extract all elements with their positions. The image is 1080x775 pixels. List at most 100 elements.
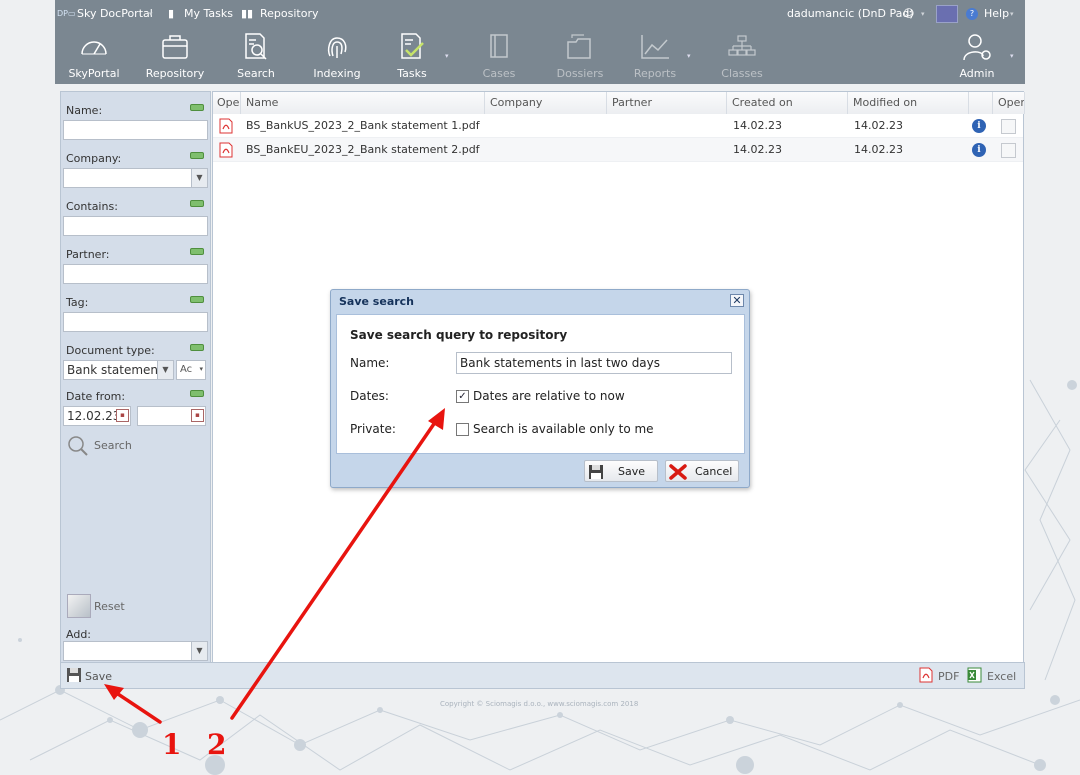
user-gear-icon	[963, 34, 991, 61]
app-menu-caret-icon[interactable]: ▾	[149, 10, 153, 18]
date-from-input[interactable]: 12.02.23 ▪	[63, 406, 131, 426]
column-header-company[interactable]: Company	[485, 92, 607, 114]
column-header-oper-right[interactable]: Oper	[993, 92, 1025, 114]
partner-filter-toggle-icon[interactable]	[190, 248, 204, 255]
toolbar-label: Repository	[145, 67, 205, 80]
close-icon[interactable]: ✕	[730, 294, 744, 307]
doctype-extra-value: Ac	[180, 364, 193, 375]
toolbar-repository[interactable]: Repository	[135, 28, 215, 84]
search-button-label: Search	[94, 439, 132, 452]
save-search-button[interactable]: Save	[66, 667, 126, 685]
toolbar-indexing[interactable]: Indexing	[297, 28, 377, 84]
toolbar-tasks[interactable]: Tasks	[372, 28, 452, 84]
copyright-text: Copyright © Sciomagis d.o.o., www.scioma…	[440, 700, 639, 708]
cancel-x-icon	[669, 464, 687, 480]
color-theme-swatch[interactable]	[936, 5, 958, 23]
tag-filter-toggle-icon[interactable]	[190, 296, 204, 303]
tasks-icon: ▮	[168, 7, 175, 20]
doctype-filter-select[interactable]: Bank statements ▼	[63, 360, 174, 380]
my-tasks-link[interactable]: My Tasks	[184, 7, 233, 20]
toolbar-label: Indexing	[313, 67, 361, 80]
main-toolbar: SkyPortal Repository Search Indexing Tas…	[55, 28, 1025, 84]
row-checkbox[interactable]	[1001, 143, 1016, 158]
reset-icon	[67, 594, 91, 618]
export-excel-button[interactable]: Excel	[967, 667, 1023, 685]
toolbar-dossiers[interactable]: Dossiers	[540, 28, 620, 84]
add-label: Add:	[66, 628, 92, 641]
doctype-filter-toggle-icon[interactable]	[190, 344, 204, 351]
pdf-icon[interactable]	[219, 118, 233, 134]
row-checkbox[interactable]	[1001, 119, 1016, 134]
row-name[interactable]: BS_BankEU_2023_2_Bank statement 2.pdf	[246, 143, 480, 156]
info-icon[interactable]: i	[972, 143, 986, 157]
toolbar-reports[interactable]: Reports	[615, 28, 695, 84]
toolbar-label: Cases	[482, 67, 516, 80]
column-header-partner[interactable]: Partner	[607, 92, 727, 114]
search-button[interactable]: Search	[65, 434, 155, 456]
info-icon[interactable]: i	[972, 119, 986, 133]
name-filter-label: Name:	[66, 104, 103, 117]
export-pdf-button[interactable]: PDF	[919, 667, 963, 685]
partner-filter-input[interactable]	[63, 264, 208, 284]
toolbar-cases[interactable]: Cases	[459, 28, 539, 84]
add-select[interactable]: ▼	[63, 641, 208, 661]
company-filter-select[interactable]: ▼	[63, 168, 208, 188]
date-filter-toggle-icon[interactable]	[190, 390, 204, 397]
user-icon[interactable]: ☺	[903, 7, 914, 20]
private-checkbox[interactable]	[456, 423, 469, 436]
help-link[interactable]: Help	[984, 7, 1009, 20]
app-name-menu[interactable]: Sky DocPortal	[77, 7, 153, 20]
help-caret-icon[interactable]: ▾	[1010, 10, 1014, 18]
user-menu[interactable]: dadumancic (DnD Pad)	[787, 7, 914, 20]
reset-button[interactable]: Reset	[65, 593, 155, 619]
admin-caret-icon[interactable]: ▾	[1010, 52, 1014, 60]
dialog-cancel-button[interactable]: Cancel	[665, 460, 739, 482]
column-header-created[interactable]: Created on	[727, 92, 848, 114]
row-name[interactable]: BS_BankUS_2023_2_Bank statement 1.pdf	[246, 119, 480, 132]
toolbar-admin[interactable]: Admin	[937, 28, 1017, 84]
search-name-input[interactable]: Bank statements in last two days	[456, 352, 732, 374]
toolbar-classes[interactable]: Classes	[702, 28, 782, 84]
floppy-disk-icon	[67, 668, 81, 682]
doctype-extra-select[interactable]: Ac ▾	[176, 360, 206, 380]
contains-filter-label: Contains:	[66, 200, 118, 213]
column-header-info[interactable]	[969, 92, 993, 114]
search-name-label: Name:	[350, 356, 390, 370]
reports-caret-icon[interactable]: ▾	[687, 52, 691, 60]
date-to-input[interactable]: ▪	[137, 406, 206, 426]
search-icon	[68, 436, 88, 456]
name-filter-input[interactable]	[63, 120, 208, 140]
tag-filter-label: Tag:	[66, 296, 89, 309]
table-row[interactable]: BS_BankUS_2023_2_Bank statement 1.pdf 14…	[213, 114, 1023, 138]
column-header-modified[interactable]: Modified on	[848, 92, 969, 114]
dates-relative-label[interactable]: Dates are relative to now	[473, 389, 625, 403]
save-search-dialog: Save search ✕ Save search query to repos…	[330, 289, 750, 488]
chevron-down-icon[interactable]: ▼	[157, 361, 173, 379]
toolbar-skyportal[interactable]: SkyPortal	[54, 28, 134, 84]
help-icon[interactable]: ?	[966, 8, 978, 20]
column-header-name[interactable]: Name	[241, 92, 485, 114]
folders-icon	[567, 34, 591, 59]
contains-filter-input[interactable]	[63, 216, 208, 236]
calendar-icon[interactable]: ▪	[191, 409, 204, 422]
table-row[interactable]: BS_BankEU_2023_2_Bank statement 2.pdf 14…	[213, 138, 1023, 162]
tasks-caret-icon[interactable]: ▾	[445, 52, 449, 60]
company-filter-label: Company:	[66, 152, 122, 165]
toolbar-search[interactable]: Search	[216, 28, 296, 84]
calendar-icon[interactable]: ▪	[116, 409, 129, 422]
chevron-down-icon[interactable]: ▼	[191, 169, 207, 187]
private-checkbox-label[interactable]: Search is available only to me	[473, 422, 654, 436]
name-filter-toggle-icon[interactable]	[190, 104, 204, 111]
annotation-number-2: 2	[207, 728, 227, 761]
pdf-icon[interactable]	[219, 142, 233, 158]
chevron-down-icon[interactable]: ▼	[191, 642, 207, 660]
dialog-save-button[interactable]: Save	[584, 460, 658, 482]
toolbar-label: SkyPortal	[68, 67, 120, 80]
user-caret-icon[interactable]: ▾	[921, 10, 925, 18]
repository-link[interactable]: Repository	[260, 7, 319, 20]
dates-relative-checkbox[interactable]: ✓	[456, 390, 469, 403]
column-header-oper[interactable]: Oper	[213, 92, 241, 114]
company-filter-toggle-icon[interactable]	[190, 152, 204, 159]
tag-filter-input[interactable]	[63, 312, 208, 332]
contains-filter-toggle-icon[interactable]	[190, 200, 204, 207]
